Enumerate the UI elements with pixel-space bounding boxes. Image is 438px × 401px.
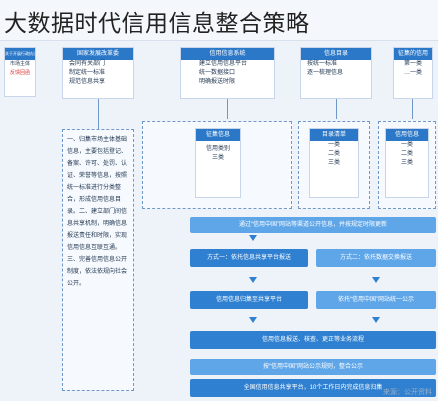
policy-text-box: 一、归集市场主体基础信息，主要包括登记、备案、许可、处罚、认证、荣誉等信息，按照… xyxy=(62,129,134,391)
group-a-header: 征集信息 xyxy=(196,129,240,141)
col5-box: 征集的信用 第一类 …一类 xyxy=(393,47,433,99)
col1-line: 反馈回函 xyxy=(9,70,30,76)
step-6: 信用信息报送、核查、更正等业务流程 xyxy=(190,331,436,349)
connector xyxy=(227,99,228,119)
group-a-item: 信用类别 xyxy=(205,146,230,152)
col3-line: 明确报送时限 xyxy=(199,79,236,85)
group-c-item: 一类 xyxy=(400,142,413,148)
col4-header: 信息目录 xyxy=(301,48,371,60)
watermark: 来源：公开资料 xyxy=(383,389,432,396)
arrow-icon xyxy=(249,235,257,241)
arrow-icon xyxy=(372,317,380,323)
col2-line: 制定统一标准 xyxy=(69,70,106,76)
group-c-item: 二类 xyxy=(400,151,413,157)
group-c: 信用信息 一类 二类 三类 xyxy=(378,121,436,209)
col4-box: 信息目录 按统一标准 逐一梳理信息 xyxy=(300,47,372,99)
col1-line: 市场主体 xyxy=(9,61,30,67)
diagram-panel: 关于开展行政执法... 市场主体 反馈回函 国家发展改革委 会同有关部门 制定统… xyxy=(0,40,438,401)
group-b-card: 目录清单 一类 二类 三类 xyxy=(309,128,359,198)
step-2: 方式一：依托信息共享平台报送 xyxy=(190,249,308,267)
step-2-label: 方式一：依托信息共享平台报送 xyxy=(206,255,291,261)
col3-header: 信用信息系统 xyxy=(181,48,274,60)
step-5-label: 依托“信用中国”网站统一公示 xyxy=(338,297,414,303)
arrow-icon xyxy=(372,277,380,283)
col3-box: 信用信息系统 建立信用信息平台 统一数据接口 明确报送时限 xyxy=(180,47,275,99)
col2-line: 会同有关部门 xyxy=(69,61,106,67)
col5-header: 征集的信用 xyxy=(394,48,432,60)
col1-box: 关于开展行政执法... 市场主体 反馈回函 xyxy=(4,47,36,97)
step-4-label: 信用信息归集至共享平台 xyxy=(215,297,282,303)
col4-line: 按统一标准 xyxy=(307,61,338,67)
step-5: 依托“信用中国”网站统一公示 xyxy=(316,291,436,309)
group-c-card: 信用信息 一类 二类 三类 xyxy=(385,128,429,198)
arrow-icon xyxy=(249,317,257,323)
page-title: 大数据时代信用信息整合策略 xyxy=(4,11,310,37)
step-3: 方式二：依托数据交换报送 xyxy=(316,249,436,267)
step-7: 按“信用中国”网站公示规则，整合公示 xyxy=(190,359,436,375)
col3-line: 统一数据接口 xyxy=(199,70,236,76)
col1-header: 关于开展行政执法... xyxy=(5,48,35,60)
col2-line: 规范信息共享 xyxy=(69,79,106,85)
step-8-label: 全国信用信息共享平台，10个工作日内完成信息归集 xyxy=(243,385,383,391)
group-b: 目录清单 一类 二类 三类 xyxy=(298,121,370,209)
col2-header: 国家发展改革委 xyxy=(63,48,133,60)
step-6-label: 信用信息报送、核查、更正等业务流程 xyxy=(261,337,364,343)
step-4: 信用信息归集至共享平台 xyxy=(190,291,308,309)
policy-text: 一、归集市场主体基础信息，主要包括登记、备案、许可、处罚、认证、荣誉等信息，按照… xyxy=(67,137,128,287)
connector xyxy=(336,99,337,119)
arrow-icon xyxy=(249,277,257,283)
group-b-item: 三类 xyxy=(327,160,340,166)
group-b-item: 一类 xyxy=(327,142,340,148)
step-3-label: 方式二：依托数据交换报送 xyxy=(339,255,412,261)
col3-line: 建立信用信息平台 xyxy=(199,61,248,67)
col4-line: 逐一梳理信息 xyxy=(307,70,344,76)
group-b-item: 二类 xyxy=(327,151,340,157)
group-b-header: 目录清单 xyxy=(310,129,358,141)
step-1-label: 通过“信用中国”网站等渠道公开信息，并按规定时限更新 xyxy=(239,222,387,228)
group-a-item: 三类 xyxy=(211,155,224,161)
connector xyxy=(412,99,413,119)
group-c-header: 信用信息 xyxy=(386,129,428,141)
step-7-label: 按“信用中国”网站公示规则，整合公示 xyxy=(263,364,363,370)
group-a-card: 征集信息 信用类别 三类 xyxy=(195,128,241,198)
group-a: 征集信息 信用类别 三类 xyxy=(142,121,292,209)
connector xyxy=(98,99,99,129)
col5-line: 第一类 xyxy=(403,61,422,67)
step-1: 通过“信用中国”网站等渠道公开信息，并按规定时限更新 xyxy=(190,217,436,233)
col2-box: 国家发展改革委 会同有关部门 制定统一标准 规范信息共享 xyxy=(62,47,134,99)
group-c-item: 三类 xyxy=(400,160,413,166)
col5-line: …一类 xyxy=(403,70,422,76)
